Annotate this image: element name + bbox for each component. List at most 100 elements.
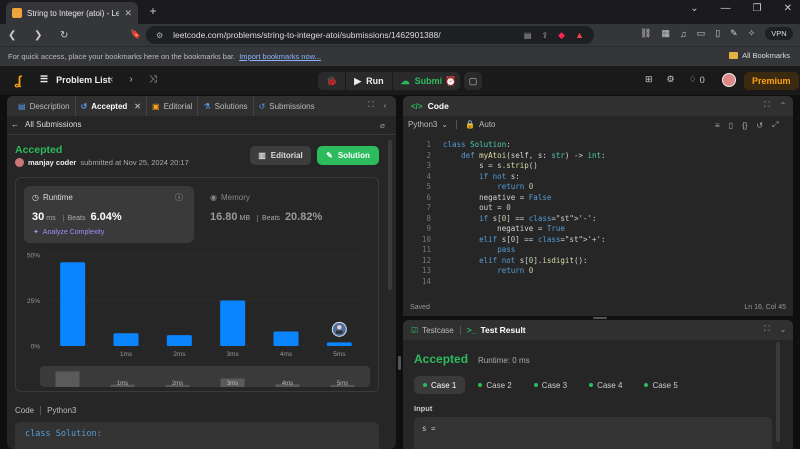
bookmark-icon[interactable]: 🔖 <box>130 29 141 40</box>
run-button[interactable]: ▶ Run <box>346 72 391 90</box>
forward-icon[interactable]: ❯ <box>34 30 46 41</box>
tab-accepted[interactable]: ↺ Accepted ✕ <box>76 96 147 116</box>
streak-counter[interactable]: ♢ 0 <box>689 74 705 85</box>
chart-bar[interactable] <box>273 331 299 346</box>
info-icon[interactable]: ⓘ <box>175 192 183 203</box>
close-tab-icon[interactable]: ✕ <box>134 102 141 111</box>
tab-submissions[interactable]: ↺ Submissions <box>254 96 320 116</box>
sidebar-icon[interactable]: ▯ <box>715 28 720 39</box>
chevron-down-icon[interactable]: ⌄ <box>690 3 698 14</box>
restore-icon[interactable]: ❐ <box>753 3 762 14</box>
timer-icon[interactable]: ⏰ <box>442 72 460 90</box>
analyze-complexity-button[interactable]: ✦ Analyze Complexity <box>33 228 104 237</box>
close-window-icon[interactable]: ✕ <box>784 3 792 14</box>
code-editor[interactable]: 1 class Solution: 2 def myAtoi(self, s: st… <box>413 140 785 287</box>
all-submissions-link[interactable]: ← All Submissions <box>11 120 81 129</box>
browser-tab[interactable]: String to Integer (atoi) - LeetCo ✕ <box>6 2 138 24</box>
collapse-icon[interactable]: ⌃ <box>780 101 787 110</box>
chart-bar[interactable] <box>326 342 352 346</box>
tab-description[interactable]: ▤ Description <box>13 96 76 116</box>
result-scrollbar[interactable] <box>776 342 780 442</box>
user-avatar[interactable] <box>722 73 736 87</box>
code-line[interactable]: 13 return 0 <box>413 266 785 277</box>
bookmark-icon[interactable]: ▯ <box>729 121 733 130</box>
tab-test-result[interactable]: >_ Test Result <box>467 325 526 335</box>
code-line[interactable]: 9 negative = True <box>413 224 785 235</box>
code-line[interactable]: 6 negative = False <box>413 193 785 204</box>
reader-icon[interactable]: ▤ <box>524 31 532 40</box>
tab-editorial[interactable]: ▣ Editorial <box>147 96 199 116</box>
brave-ai-icon[interactable]: ✧ <box>748 28 756 39</box>
chart-bar[interactable] <box>60 262 86 346</box>
chart-bar[interactable] <box>220 300 246 347</box>
share-icon[interactable]: ⇪ <box>541 31 548 40</box>
auto-toggle[interactable]: 🔒 Auto <box>465 120 495 129</box>
layout-icon[interactable]: ⊞ <box>645 74 653 85</box>
site-info-icon[interactable]: ⚙ <box>156 31 163 40</box>
brave-shield-icon[interactable]: ◆ <box>558 30 565 41</box>
collapse-icon[interactable]: ⌄ <box>780 325 787 334</box>
code-line[interactable]: 2 def myAtoi(self, s: str) -> int: <box>413 151 785 162</box>
solution-button[interactable]: ✎ Solution <box>317 146 379 165</box>
code-line[interactable]: 11 pass <box>413 245 785 256</box>
problem-list-button[interactable]: ☰ Problem List <box>40 74 111 85</box>
puzzle-icon[interactable]: ▦ <box>661 28 670 39</box>
case-tab-1[interactable]: Case 1 <box>414 376 466 394</box>
case-tab-4[interactable]: Case 4 <box>580 376 631 394</box>
maximize-icon[interactable]: ⛶ <box>764 324 770 334</box>
extension-icon[interactable]: ⛓ <box>640 28 651 39</box>
case-tab-3[interactable]: Case 3 <box>525 376 576 394</box>
maximize-icon[interactable]: ⛶ <box>368 100 374 110</box>
reload-icon[interactable]: ↻ <box>60 30 72 41</box>
all-bookmarks-button[interactable]: All Bookmarks <box>729 51 790 60</box>
tab-solutions[interactable]: ⚗ Solutions <box>198 96 254 116</box>
vertical-splitter[interactable] <box>398 96 401 449</box>
close-tab-icon[interactable]: ✕ <box>124 8 132 19</box>
debug-button[interactable]: 🐞 <box>318 72 347 90</box>
format-icon[interactable]: ≡ <box>715 121 720 130</box>
minimize-icon[interactable]: — <box>721 3 731 14</box>
music-icon[interactable]: ♫ <box>680 29 687 39</box>
prev-problem-icon[interactable]: ‹ <box>110 74 113 85</box>
code-line[interactable]: 10 elif s[0] == class="st">'+': <box>413 235 785 246</box>
chart-bar[interactable] <box>166 335 192 346</box>
code-line[interactable]: 7 out = 0 <box>413 203 785 214</box>
address-bar[interactable]: ⚙ leetcode.com/problems/string-to-intege… <box>146 26 594 44</box>
code-line[interactable]: 14 <box>413 277 785 288</box>
paperclip-icon[interactable]: ⌀ <box>380 121 385 130</box>
code-line[interactable]: 5 return 0 <box>413 182 785 193</box>
settings-icon[interactable]: ⚙ <box>667 74 675 85</box>
next-problem-icon[interactable]: › <box>129 74 132 85</box>
new-tab-icon[interactable]: + <box>146 4 160 18</box>
shuffle-icon[interactable]: ⤨ <box>149 74 157 85</box>
leetcode-logo-icon[interactable]: ʆ <box>10 71 26 89</box>
submission-code-preview[interactable]: class Solution: <box>15 422 379 449</box>
code-line[interactable]: 4 if not s: <box>413 172 785 183</box>
code-line[interactable]: 3 s = s.strip() <box>413 161 785 172</box>
rewards-icon[interactable]: ▲ <box>575 30 584 40</box>
memory-header[interactable]: ◉ Memory <box>210 193 250 202</box>
tab-testcase[interactable]: ☑ Testcase <box>411 326 454 335</box>
chart-bar[interactable] <box>113 333 139 346</box>
username[interactable]: manjay coder <box>28 158 76 167</box>
url-text[interactable]: leetcode.com/problems/string-to-integer-… <box>173 30 514 40</box>
fullscreen-icon[interactable]: ⤢ <box>772 120 778 130</box>
vpn-button[interactable]: VPN <box>765 27 793 40</box>
maximize-icon[interactable]: ⛶ <box>764 100 770 110</box>
editorial-button[interactable]: ▥ Editorial <box>250 146 311 165</box>
braces-icon[interactable]: {} <box>742 121 747 130</box>
collapse-icon[interactable]: ‹ <box>384 101 387 110</box>
case-tab-5[interactable]: Case 5 <box>635 376 686 394</box>
reset-icon[interactable]: ↺ <box>756 121 763 130</box>
chart-range-scroller[interactable]: 1ms 2ms 3ms 4ms 5ms <box>40 366 370 387</box>
language-select[interactable]: Python3 ⌄ <box>408 120 448 129</box>
import-bookmarks-link[interactable]: Import bookmarks now... <box>239 52 321 61</box>
back-icon[interactable]: ❮ <box>8 30 20 41</box>
code-line[interactable]: 12 elif not s[0].isdigit(): <box>413 256 785 267</box>
left-scrollbar[interactable] <box>388 140 392 290</box>
extensions-icon[interactable]: ✎ <box>730 28 738 39</box>
notes-icon[interactable]: ▢ <box>464 72 482 90</box>
code-line[interactable]: 1 class Solution: <box>413 140 785 151</box>
code-line[interactable]: 8 if s[0] == class="st">'-': <box>413 214 785 225</box>
wallet-icon[interactable]: ▭ <box>697 28 706 39</box>
